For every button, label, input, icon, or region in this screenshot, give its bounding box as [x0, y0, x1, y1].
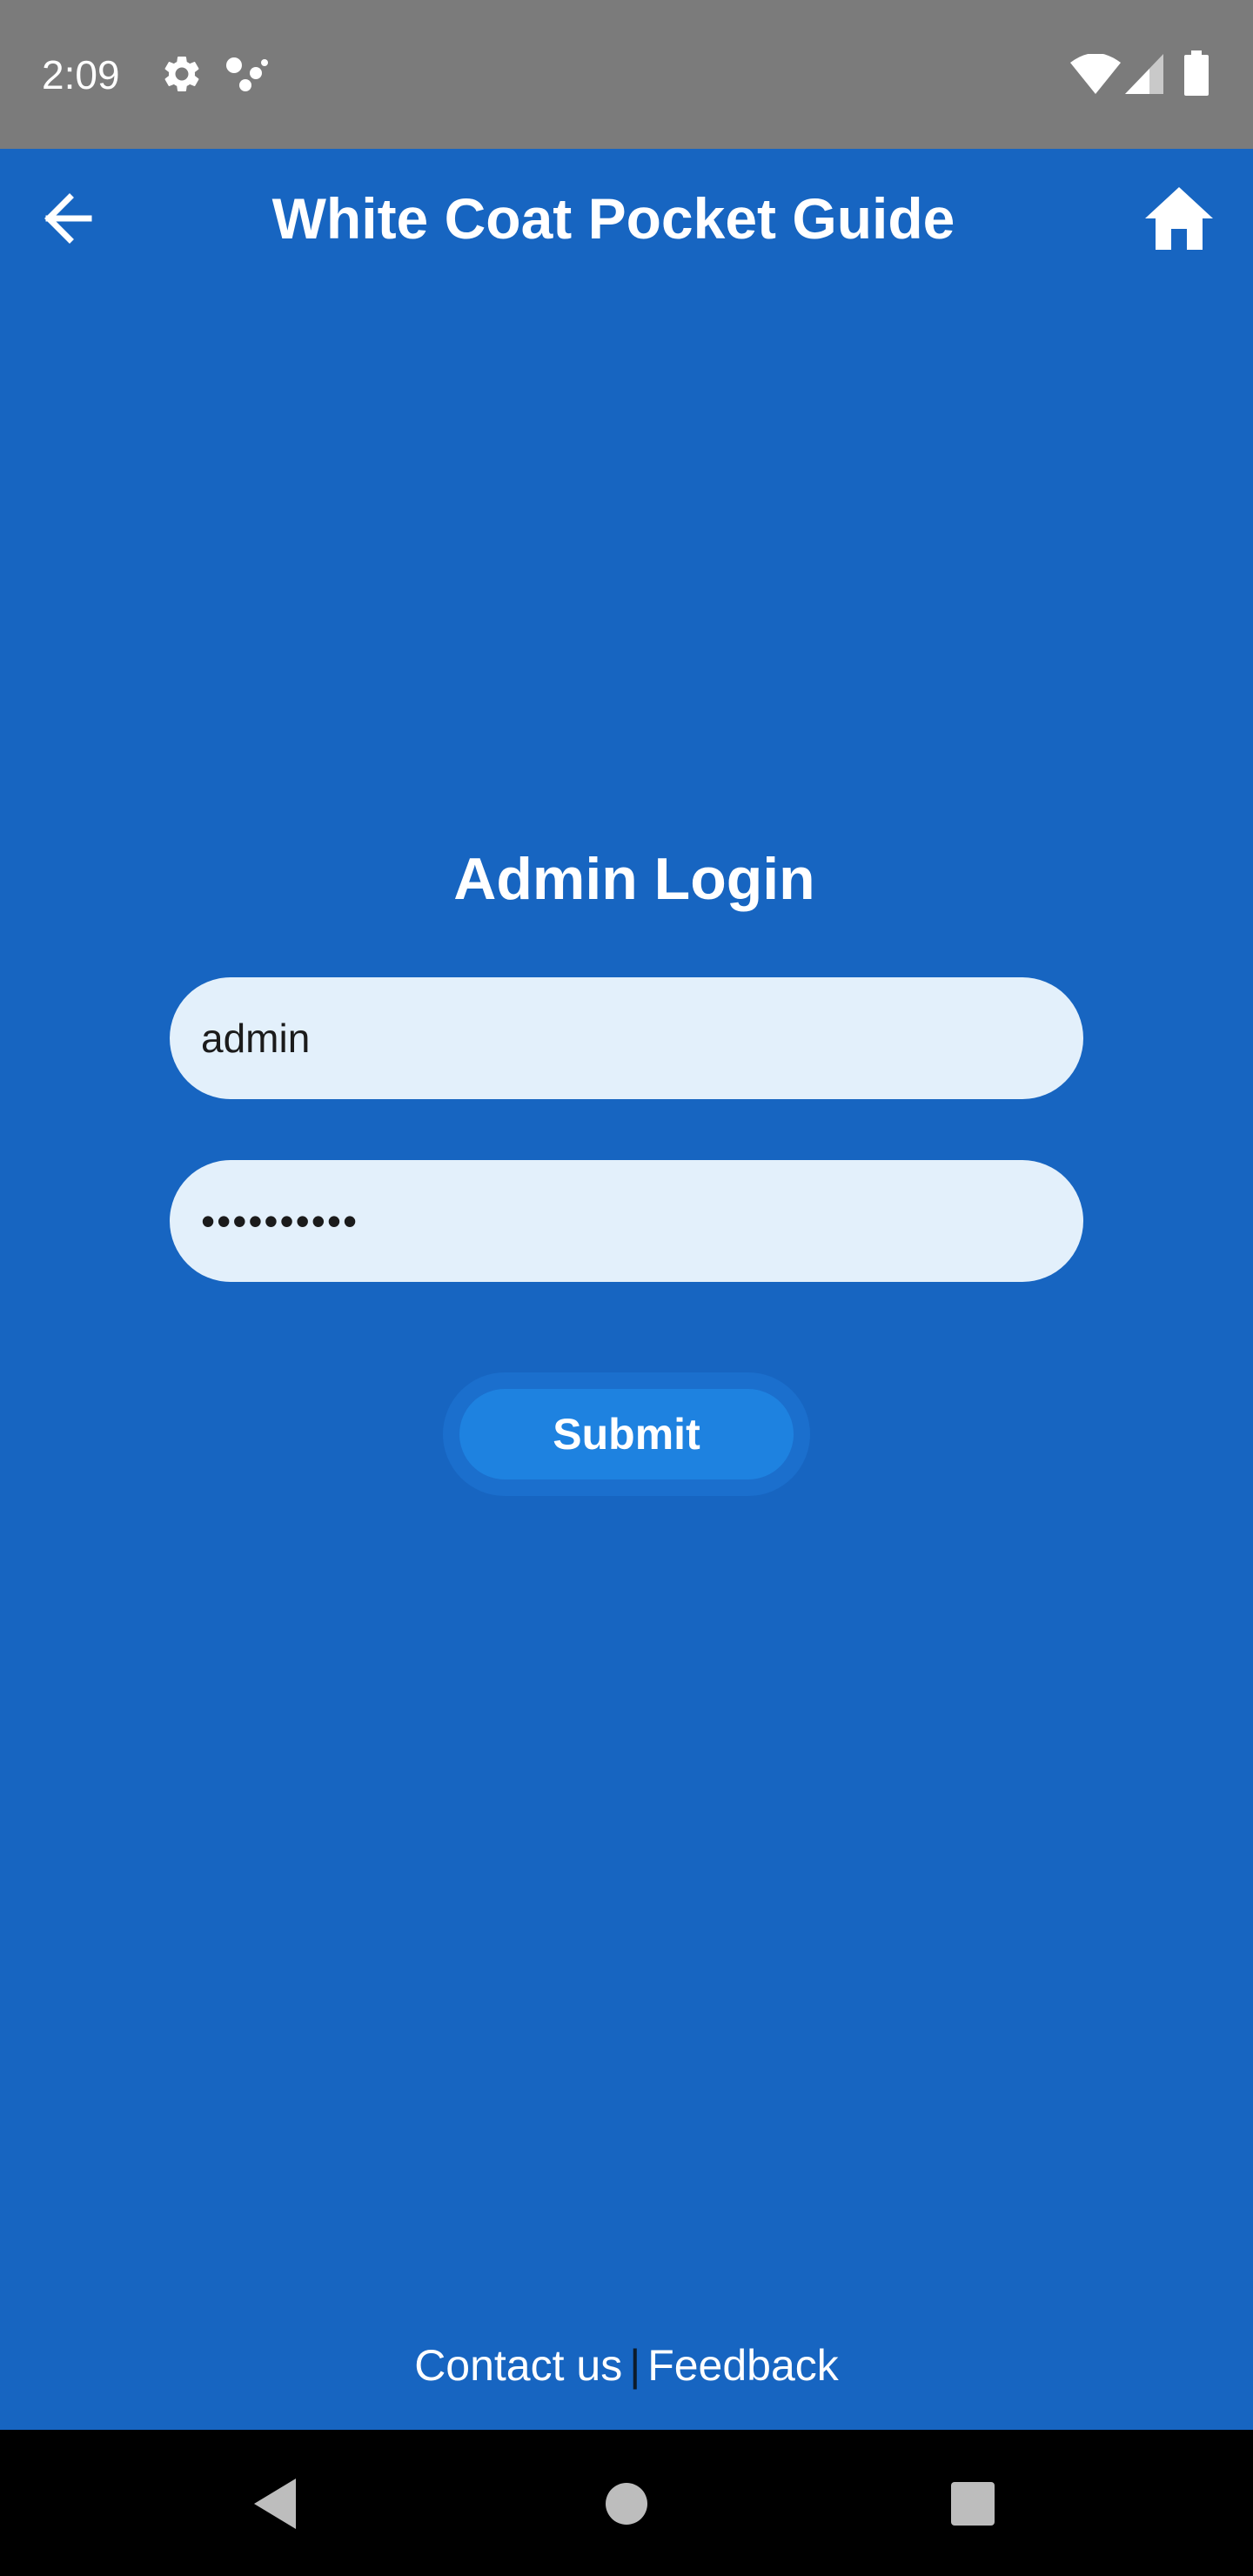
footer-separator: |: [629, 2341, 641, 2390]
contact-us-link[interactable]: Contact us: [414, 2341, 622, 2390]
home-button[interactable]: [1140, 182, 1218, 255]
wifi-icon: [1070, 54, 1121, 94]
status-time: 2:09: [42, 52, 120, 97]
cell-signal-icon: [1125, 54, 1163, 94]
home-icon: [1145, 187, 1213, 250]
submit-focus-ring: Submit: [443, 1372, 810, 1496]
footer-links: Contact us | Feedback: [0, 2337, 1253, 2394]
login-title: Admin Login: [453, 846, 815, 912]
back-triangle-icon: [254, 2479, 296, 2529]
nav-back-button[interactable]: [252, 2477, 299, 2531]
username-input[interactable]: [170, 977, 1083, 1099]
app-bar: White Coat Pocket Guide: [0, 149, 1253, 288]
screen: 2:09 White Coat Pocket Guide Admin Login…: [0, 0, 1253, 2576]
battery-icon: [1184, 50, 1209, 96]
app-title: White Coat Pocket Guide: [271, 186, 955, 251]
settings-gear-icon: [164, 56, 199, 91]
submit-button[interactable]: Submit: [459, 1389, 794, 1479]
nav-home-button[interactable]: [604, 2481, 649, 2526]
feedback-link[interactable]: Feedback: [647, 2341, 839, 2390]
assistant-dots-icon: [226, 57, 268, 91]
password-input[interactable]: [170, 1160, 1083, 1282]
nav-recents-button[interactable]: [950, 2481, 995, 2526]
home-circle-icon: [606, 2483, 647, 2525]
recents-square-icon: [951, 2482, 995, 2526]
status-bar: 2:09: [0, 0, 1253, 149]
